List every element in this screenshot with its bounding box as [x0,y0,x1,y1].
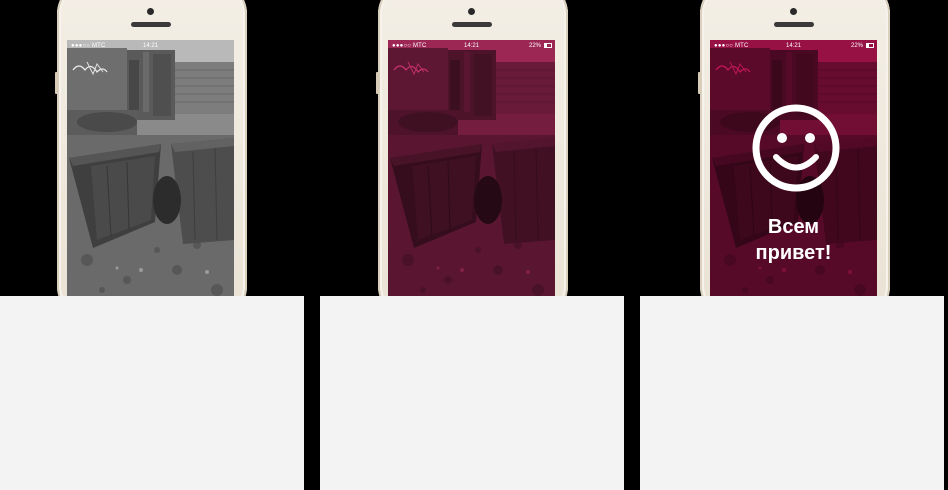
phone-tinted: ●●●○○ МТС 14:21 22% [376,0,568,320]
battery-percent: 22% [528,43,541,49]
greeting-line-1: Всем [767,216,820,238]
photo-trash-bins [67,40,234,302]
side-button [698,72,701,94]
status-time: 14:21 [142,43,158,49]
phone-original: ●●●○○ МТС 14:21 [55,0,247,320]
battery-icon [544,43,552,48]
camera-dot [468,8,475,15]
phone-screen[interactable]: ●●●○○ МТС 14:21 [67,40,234,302]
status-bar: ●●●○○ МТС 14:21 22% [710,40,877,52]
speaker-grille [131,22,171,27]
camera-dot [790,8,797,15]
caption-card-1 [0,296,304,490]
battery-percent: 22% [850,43,863,49]
side-button [376,72,379,94]
speaker-grille [452,22,492,27]
caption-card-3 [640,296,944,490]
phone-screen[interactable]: ●●●○○ МТС 14:21 22% [388,40,555,302]
speaker-grille [774,22,814,27]
greeting-line-2: привет! [755,242,832,264]
color-tint-overlay [388,40,555,302]
phone-greeting: ●●●○○ МТС 14:21 22% Всем привет! [698,0,890,320]
status-bar: ●●●○○ МТС 14:21 [67,40,234,52]
battery-icon [866,43,874,48]
status-bar: ●●●○○ МТС 14:21 22% [388,40,555,52]
smiley-face-icon [752,104,840,192]
camera-dot [147,8,154,15]
greeting-text: Всем привет! [710,214,877,266]
caption-card-2 [320,296,624,490]
side-button [55,72,58,94]
phone-screen[interactable]: ●●●○○ МТС 14:21 22% Всем привет! [710,40,877,302]
